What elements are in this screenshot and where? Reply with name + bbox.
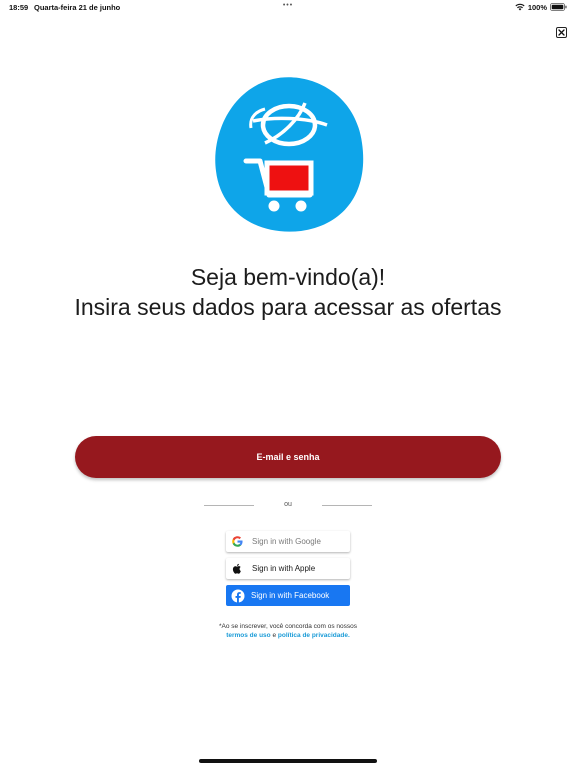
facebook-sign-in-label: Sign in with Facebook xyxy=(251,591,330,600)
shopping-cart-globe-logo xyxy=(215,77,364,232)
google-sign-in-label: Sign in with Google xyxy=(252,537,321,546)
battery-icon xyxy=(550,3,567,11)
status-bar: 18:59 Quarta-feira 21 de junho ••• 100% xyxy=(0,0,576,14)
multitasking-dots-icon[interactable]: ••• xyxy=(280,2,296,9)
terms-period: . xyxy=(347,632,350,639)
close-button[interactable] xyxy=(556,27,567,38)
terms-of-use-link[interactable]: termos de uso xyxy=(226,632,270,639)
google-sign-in-button[interactable]: Sign in with Google xyxy=(226,531,350,552)
terms-links: termos de uso e política de privacidade. xyxy=(0,632,576,639)
email-password-button[interactable]: E-mail e senha xyxy=(75,436,501,478)
privacy-policy-link[interactable]: política de privacidade xyxy=(278,632,348,639)
status-date: Quarta-feira 21 de junho xyxy=(34,3,121,12)
status-indicators: 100% xyxy=(515,2,567,12)
app-logo xyxy=(213,73,365,233)
close-icon xyxy=(558,29,565,36)
apple-sign-in-label: Sign in with Apple xyxy=(252,564,316,573)
divider-text: ou xyxy=(284,501,292,508)
terms-conjunction: e xyxy=(272,632,277,639)
google-icon xyxy=(232,536,243,547)
facebook-sign-in-button[interactable]: Sign in with Facebook xyxy=(226,585,350,606)
wifi-icon xyxy=(515,3,525,11)
divider-line-right xyxy=(322,505,372,506)
apple-icon xyxy=(232,563,243,574)
welcome-subtitle: Insira seus dados para acessar as oferta… xyxy=(74,294,502,320)
terms-notice: *Ao se inscrever, você concorda com os n… xyxy=(218,623,357,630)
welcome-title: Seja bem-vindo(a)! xyxy=(190,264,386,290)
facebook-icon xyxy=(231,589,245,603)
home-indicator[interactable] xyxy=(199,759,377,763)
email-password-button-label: E-mail e senha xyxy=(256,452,320,462)
battery-percentage: 100% xyxy=(527,2,547,12)
status-time: 18:59 xyxy=(9,3,29,12)
apple-sign-in-button[interactable]: Sign in with Apple xyxy=(226,558,350,579)
divider-line-left xyxy=(204,505,254,506)
